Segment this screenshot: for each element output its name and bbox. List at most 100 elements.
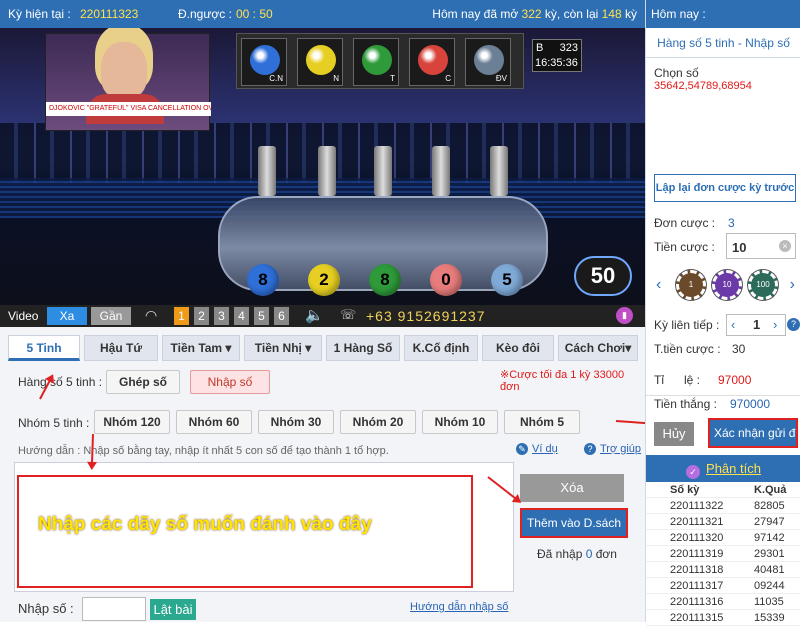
consecutive-stepper[interactable]: ‹ 1 › [726, 314, 786, 336]
nhom-button[interactable]: Nhóm 120 [94, 410, 170, 434]
total-stake-value: 30 [732, 342, 746, 356]
chip-10[interactable]: 10 [712, 270, 742, 300]
speaker-icon[interactable]: 🔈 [305, 306, 324, 324]
period-board: B 323 16:35:36 [532, 39, 582, 72]
tab-1[interactable]: Hậu Tứ [84, 335, 158, 361]
result-ball: 2 [308, 264, 340, 296]
quality-option-2[interactable]: 2 [194, 307, 209, 325]
stake-label: Tiền cược : [654, 240, 715, 254]
main-panel: Kỳ hiện tại : 220111323 Đ.ngược : 00 : 5… [0, 0, 706, 622]
quality-option-6[interactable]: 6 [274, 307, 289, 325]
chip-1[interactable]: 1 [676, 270, 706, 300]
odds-label: Tỉ lệ : [654, 373, 701, 387]
odds-value: 97000 [718, 373, 752, 387]
history-table: Số kỳ K.Quả 220111322 82805 220111321 27947 22… [646, 482, 800, 626]
nhom-button[interactable]: Nhóm 10 [422, 410, 498, 434]
video-countdown: 50 [574, 256, 632, 296]
history-row: 220111315 15339 [646, 610, 800, 626]
ball-icon [418, 45, 448, 75]
winnings-label: Tiền thắng : [654, 397, 717, 411]
hang-so-label: Hàng số 5 tinh : [18, 375, 103, 389]
tab-5[interactable]: K.Cố định [404, 335, 478, 361]
hotline-number: +63 9152691237 [366, 308, 486, 324]
tab-7[interactable]: Cách Chơi▾ [558, 335, 638, 361]
reveal-button[interactable]: Lật bài [150, 599, 196, 620]
stake-input[interactable]: 10 × [726, 233, 796, 259]
tab-2[interactable]: Tiền Tam ▾ [162, 335, 240, 361]
quality-option-4[interactable]: 4 [234, 307, 249, 325]
quality-option-5[interactable]: 5 [254, 307, 269, 325]
help-icon: ? [584, 443, 596, 455]
chip-100[interactable]: 100 [748, 270, 778, 300]
example-link[interactable]: ✎ Ví dụ [516, 443, 558, 455]
today-header: Hôm nay : [646, 0, 800, 28]
chart-icon[interactable]: ▮ [616, 307, 633, 324]
today-summary: Hôm nay đã mở 322 kỳ, còn lại 148 kỳ [432, 7, 637, 21]
wifi-icon[interactable]: ◠ [145, 307, 157, 324]
chevron-left-icon[interactable]: ‹ [656, 276, 661, 294]
ball-slot: T [353, 38, 399, 86]
ball-icon [306, 45, 336, 75]
help-link[interactable]: ? Trợ giúp [584, 443, 641, 455]
total-stake-label: T.tiền cược : [654, 342, 721, 356]
ball-slot: ĐV [465, 38, 511, 86]
near-view-button[interactable]: Gần [91, 307, 131, 325]
max-bet-note: ※Cược tối đa 1 kỳ 33000 đơn [500, 369, 625, 393]
current-period-label: Kỳ hiện tại : [8, 7, 71, 21]
entered-count: Đã nhập 0 đơn [537, 547, 617, 561]
ball-slot: N [297, 38, 343, 86]
analysis-link[interactable]: ✓ Phân tích [646, 455, 800, 482]
history-row: 220111316 11035 [646, 594, 800, 610]
input-guide-link[interactable]: Hướng dẫn nhập số [410, 601, 508, 613]
nhom-button[interactable]: Nhóm 60 [176, 410, 252, 434]
game-tabs: 5 Tinh Hậu Tứ Tiền Tam ▾ Tiền Nhị ▾ 1 Hàng S… [0, 335, 645, 362]
ball-icon [474, 45, 504, 75]
ball-selector-panel: C.N N T C ĐV [236, 33, 524, 89]
enter-number-input[interactable] [82, 597, 146, 621]
nhom-button[interactable]: Nhóm 5 [504, 410, 580, 434]
repeat-last-bet-button[interactable]: Lập lại đơn cược kỳ trước [654, 174, 796, 202]
countdown-label: Đ.ngược : [178, 7, 232, 21]
add-to-list-button[interactable]: Thêm vào D.sách [520, 508, 628, 538]
bet-count-label: Đơn cược : [654, 216, 716, 230]
ball-icon [250, 45, 280, 75]
result-ball: 5 [491, 264, 523, 296]
chevron-right-icon[interactable]: › [773, 317, 777, 332]
nhap-so-button[interactable]: Nhập số [190, 370, 270, 394]
news-ticker: DJOKOVIC "GRATEFUL" VISA CANCELLATION OV… [46, 102, 211, 116]
nhom-button[interactable]: Nhóm 20 [340, 410, 416, 434]
winnings-value: 970000 [730, 397, 771, 411]
result-ball: 8 [369, 264, 401, 296]
nhom-button[interactable]: Nhóm 30 [258, 410, 334, 434]
history-row: 220111317 09244 [646, 578, 800, 594]
video-label: Video [8, 309, 39, 323]
far-view-button[interactable]: Xa [47, 307, 87, 325]
history-row: 220111320 97142 [646, 530, 800, 546]
clear-icon[interactable]: × [779, 240, 791, 252]
confirm-send-button[interactable]: Xác nhận gửi đ [708, 418, 798, 448]
cancel-button[interactable]: Hủy [654, 422, 694, 446]
quality-option-3[interactable]: 3 [214, 307, 229, 325]
result-ball: 0 [430, 264, 462, 296]
tab-0[interactable]: 5 Tinh [8, 335, 80, 361]
tab-6[interactable]: Kèo đôi [482, 335, 554, 361]
tab-4[interactable]: 1 Hàng Số [326, 335, 400, 361]
result-ball: 8 [247, 264, 279, 296]
instruction-overlay: Nhập các dãy số muốn đánh vào đây [38, 514, 372, 535]
tab-3[interactable]: Tiền Nhị ▾ [244, 335, 322, 361]
clear-button[interactable]: Xóa [520, 474, 624, 502]
ghep-so-button[interactable]: Ghép số [106, 370, 180, 394]
chevron-right-icon[interactable]: › [790, 276, 795, 294]
history-row: 220111318 40481 [646, 562, 800, 578]
bet-type-title: Hàng số 5 tinh - Nhập số [646, 28, 800, 58]
history-row: 220111319 29301 [646, 546, 800, 562]
ball-slot: C.N [241, 38, 287, 86]
bet-panel: Hôm nay : Hàng số 5 tinh - Nhập số Chọn … [645, 0, 800, 626]
guide-text: Hướng dẫn : Nhập số bằng tay, nhập ít nh… [18, 445, 389, 457]
chip-selector: ‹ 1 10 100 › [646, 266, 800, 304]
live-video: DJOKOVIC "GRATEFUL" VISA CANCELLATION OV… [0, 28, 645, 305]
help-icon[interactable]: ? [787, 318, 800, 331]
quality-option-1[interactable]: 1 [174, 307, 189, 325]
info-icon: ✎ [516, 443, 528, 455]
chevron-left-icon[interactable]: ‹ [731, 317, 735, 332]
